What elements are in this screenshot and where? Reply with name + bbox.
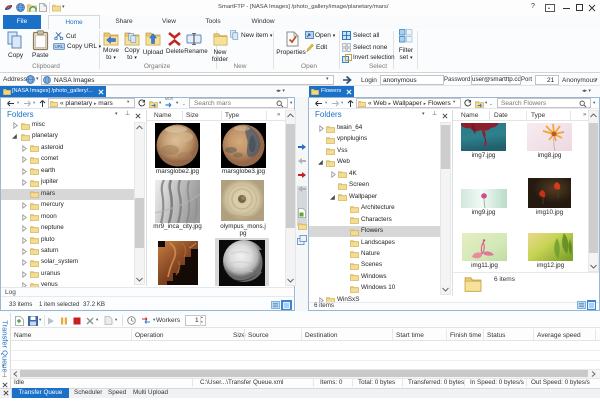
svg-text:URL: URL xyxy=(54,44,63,49)
